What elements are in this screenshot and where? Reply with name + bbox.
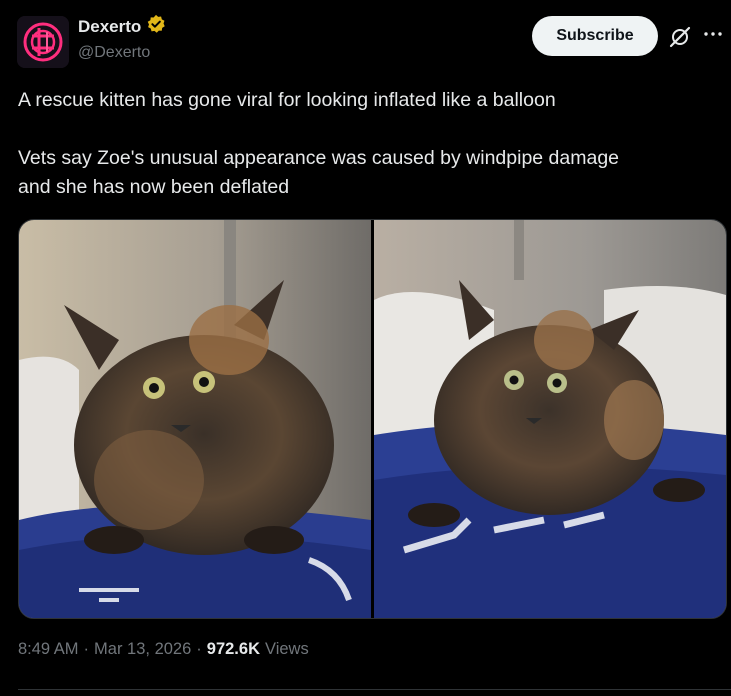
views-count[interactable]: 972.6K <box>207 640 260 659</box>
tweet-meta: 8:49 AM · Mar 13, 2026 · 972.6K Views <box>18 640 309 659</box>
kitten-photo-left[interactable] <box>19 220 371 618</box>
meta-separator: · <box>196 640 202 658</box>
subscribe-button[interactable]: Subscribe <box>532 16 658 56</box>
tweet-paragraph-2-line-2: and she has now been deflated <box>18 176 290 198</box>
avatar[interactable] <box>17 16 69 68</box>
display-name[interactable]: Dexerto <box>78 17 141 37</box>
tweet-paragraph-2-line-1: Vets say Zoe's unusual appearance was ca… <box>18 147 620 169</box>
tweet-paragraph-1: A rescue kitten has gone viral for looki… <box>18 89 556 111</box>
kitten-photo-right[interactable] <box>374 220 726 618</box>
tweet-date[interactable]: Mar 13, 2026 <box>94 640 191 659</box>
meta-separator: · <box>83 640 90 658</box>
media-grid <box>18 219 727 619</box>
tweet-time[interactable]: 8:49 AM <box>18 640 79 659</box>
more-icon[interactable] <box>700 24 726 44</box>
dexerto-logo <box>17 16 69 68</box>
author-info: Dexerto @Dexerto <box>78 14 166 62</box>
grok-icon[interactable] <box>668 25 692 49</box>
verified-badge-icon[interactable] <box>146 14 166 39</box>
handle[interactable]: @Dexerto <box>78 44 166 62</box>
divider <box>18 689 731 690</box>
views-label: Views <box>265 640 309 658</box>
tweet-text: A rescue kitten has gone viral for looki… <box>18 86 708 202</box>
